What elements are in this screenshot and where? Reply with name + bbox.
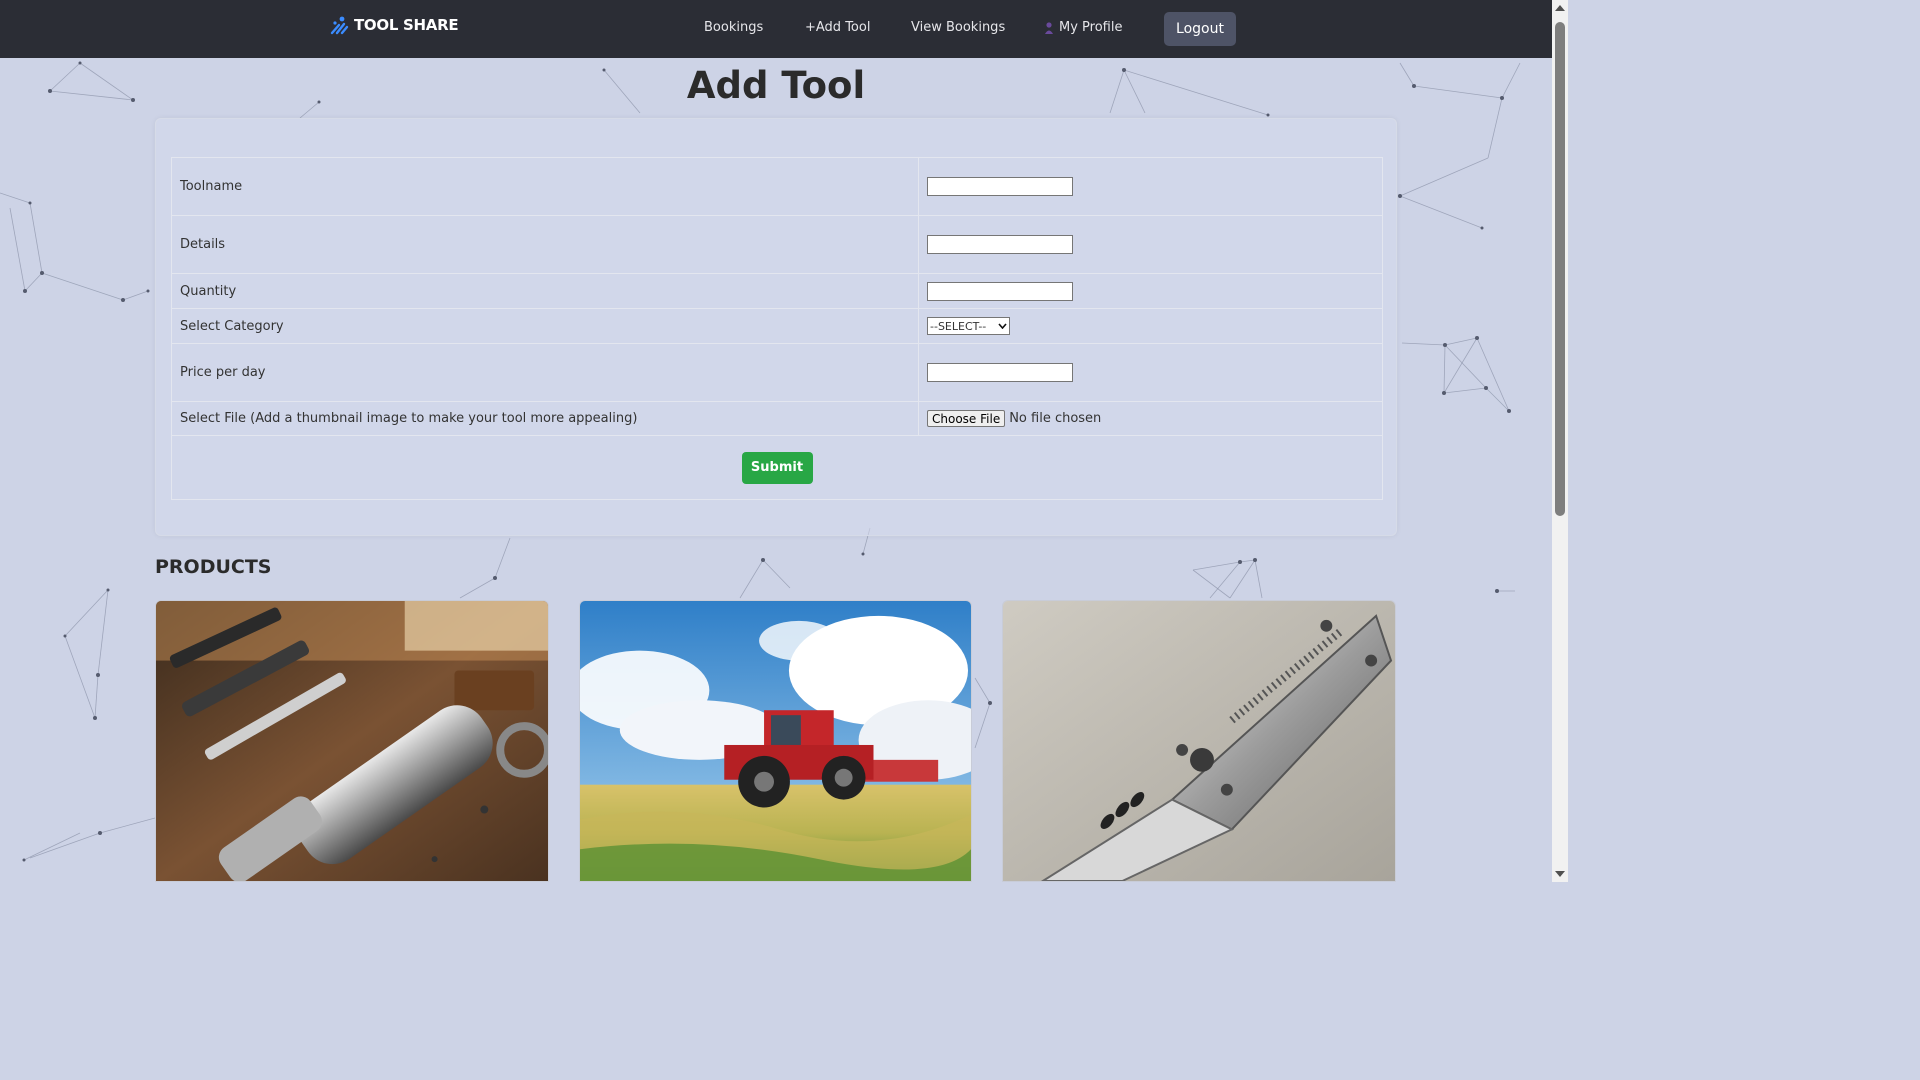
nav-add-tool-link[interactable]: +Add Tool <box>805 20 870 35</box>
brand-logo-icon <box>330 16 349 35</box>
page-title: Add Tool <box>686 64 866 107</box>
folding-knife-image <box>1003 601 1395 881</box>
quantity-input[interactable] <box>927 281 1073 301</box>
chevron-down-icon <box>998 323 1007 329</box>
brand-logo-link[interactable]: TOOL SHARE <box>330 15 459 35</box>
file-row: Select File (Add a thumbnail image to ma… <box>171 401 1383 436</box>
category-select[interactable]: --SELECT-- <box>927 317 1010 335</box>
file-label: Select File (Add a thumbnail image to ma… <box>171 401 919 436</box>
nav-my-profile-label: My Profile <box>1059 20 1123 35</box>
quantity-row: Quantity <box>171 273 1383 309</box>
submit-button[interactable]: Submit <box>741 451 813 484</box>
top-navbar: TOOL SHARE Bookings +Add Tool View Booki… <box>0 0 1552 58</box>
red-tractor-in-field-image <box>580 601 971 881</box>
product-card[interactable] <box>155 600 549 882</box>
price-row: Price per day <box>171 343 1383 402</box>
file-status: No file chosen <box>1009 411 1102 426</box>
category-selected-value: --SELECT-- <box>930 319 987 333</box>
add-tool-form: Toolname Details Quantity Select Categor… <box>171 157 1383 500</box>
nav-view-bookings-link[interactable]: View Bookings <box>911 20 1005 35</box>
products-heading: PRODUCTS <box>155 556 272 578</box>
file-input: Choose File No file chosen <box>927 410 1374 427</box>
details-input[interactable] <box>927 235 1073 254</box>
toolname-label: Toolname <box>171 157 919 216</box>
scroll-up-arrow-icon[interactable] <box>1555 5 1565 11</box>
profile-icon <box>1045 21 1053 34</box>
category-row: Select Category --SELECT-- <box>171 308 1383 344</box>
tools-on-workbench-image <box>156 601 548 881</box>
details-label: Details <box>171 215 919 274</box>
toolname-row: Toolname <box>171 157 1383 216</box>
nav-bookings-link[interactable]: Bookings <box>704 20 763 35</box>
details-row: Details <box>171 215 1383 274</box>
choose-file-button[interactable]: Choose File <box>927 410 1006 427</box>
nav-my-profile-link[interactable]: My Profile <box>1045 20 1122 35</box>
toolname-input[interactable] <box>927 177 1073 196</box>
product-card[interactable] <box>579 600 972 882</box>
product-card[interactable] <box>1002 600 1396 882</box>
category-label: Select Category <box>171 308 919 344</box>
scroll-down-arrow-icon[interactable] <box>1555 871 1565 877</box>
add-tool-form-card: Toolname Details Quantity Select Categor… <box>155 118 1397 536</box>
brand-name: TOOL SHARE <box>354 16 459 34</box>
logout-button[interactable]: Logout <box>1164 12 1236 46</box>
price-input[interactable] <box>927 363 1073 382</box>
submit-row: Submit <box>171 435 1383 500</box>
quantity-label: Quantity <box>171 273 919 309</box>
scrollbar-thumb[interactable] <box>1555 22 1565 516</box>
price-label: Price per day <box>171 343 919 402</box>
page-scrollbar[interactable] <box>1552 0 1568 882</box>
